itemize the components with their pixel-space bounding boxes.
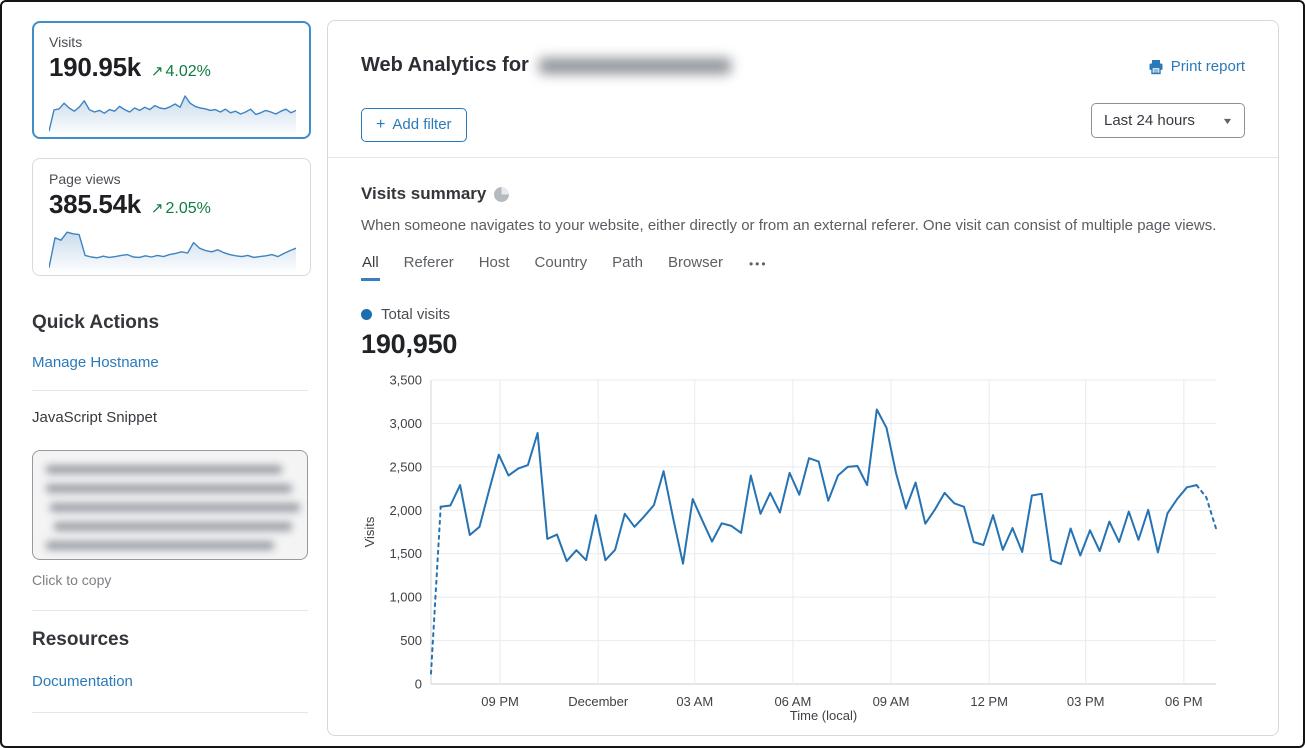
time-range-value: Last 24 hours	[1104, 112, 1195, 129]
blurred-code-line	[50, 503, 300, 512]
pageviews-trend-value: 2.05%	[165, 200, 210, 217]
sparkline-area	[49, 232, 296, 272]
y-tick-label: 1,000	[389, 590, 422, 605]
y-tick-label: 3,000	[389, 416, 422, 431]
tab-referer[interactable]: Referer	[403, 254, 455, 281]
x-tick-label: 06 PM	[1165, 694, 1203, 709]
series-line-dashed	[431, 507, 441, 674]
x-tick-label: 03 PM	[1067, 694, 1105, 709]
pageviews-metric-card[interactable]: Page views 385.54k ↗2.05%	[32, 158, 311, 276]
visits-summary-description: When someone navigates to your website, …	[361, 217, 1245, 234]
x-tick-label: 06 AM	[774, 694, 811, 709]
visits-trend-value: 4.02%	[165, 63, 210, 80]
pageviews-sparkline-chart	[49, 224, 296, 272]
sparkline-area	[49, 96, 296, 135]
visits-line-chart[interactable]: 0 500 1,000 1,500 2,000 2,500 3,000 3,500 09 PM D…	[361, 373, 1241, 725]
trend-up-arrow-icon: ↗	[151, 63, 164, 80]
main-panel: Web Analytics for Print report + Add fil…	[327, 20, 1279, 736]
blurred-code-line	[46, 484, 292, 493]
pageviews-card-label: Page views	[49, 171, 294, 187]
visits-sparkline-chart	[49, 87, 296, 135]
visits-summary-section: Visits summary When someone navigates to…	[328, 158, 1278, 725]
summary-tabs: All Referer Host Country Path Browser •••	[361, 254, 1245, 281]
visits-card-label: Visits	[49, 34, 294, 50]
manage-hostname-link[interactable]: Manage Hostname	[32, 354, 159, 371]
x-tick-label: 03 AM	[676, 694, 713, 709]
visits-metric-card[interactable]: Visits 190.95k ↗4.02%	[32, 21, 311, 139]
time-range-dropdown[interactable]: Last 24 hours ▼	[1091, 103, 1245, 138]
quick-actions-section: Quick Actions Manage Hostname JavaScript…	[32, 312, 308, 713]
divider	[32, 610, 308, 611]
click-to-copy-hint: Click to copy	[32, 572, 308, 588]
x-tick-label: 12 PM	[970, 694, 1008, 709]
blurred-code-line	[46, 541, 274, 550]
y-axis-title: Visits	[362, 516, 377, 547]
series-line	[441, 410, 1197, 565]
javascript-snippet-box[interactable]	[32, 450, 308, 560]
javascript-snippet-label: JavaScript Snippet	[32, 409, 308, 426]
y-tick-label: 0	[415, 677, 422, 692]
visits-card-value: 190.95k	[49, 52, 141, 83]
divider	[32, 390, 308, 391]
y-tick-label: 3,500	[389, 373, 422, 388]
visits-trend: ↗4.02%	[151, 62, 211, 81]
resources-title: Resources	[32, 629, 308, 651]
print-report-label: Print report	[1171, 58, 1245, 75]
plus-icon: +	[376, 120, 385, 130]
tab-browser[interactable]: Browser	[667, 254, 724, 281]
y-tick-label: 1,500	[389, 546, 422, 561]
divider	[32, 712, 308, 713]
print-report-link[interactable]: Print report	[1148, 58, 1245, 75]
chart-legend: Total visits	[361, 306, 1245, 323]
tab-host[interactable]: Host	[478, 254, 511, 281]
page-title: Web Analytics for	[361, 54, 529, 77]
printer-icon	[1148, 59, 1164, 75]
trend-up-arrow-icon: ↗	[151, 200, 164, 217]
blurred-code-line	[54, 522, 292, 531]
quick-actions-title: Quick Actions	[32, 312, 308, 334]
sidebar: Visits 190.95k ↗4.02% Page views 385.54k…	[32, 21, 311, 731]
pageviews-trend: ↗2.05%	[151, 199, 211, 218]
tab-country[interactable]: Country	[534, 254, 589, 281]
x-axis-title: Time (local)	[790, 708, 857, 723]
legend-label: Total visits	[381, 306, 450, 323]
blurred-domain	[539, 58, 731, 74]
blurred-code-line	[46, 465, 282, 474]
visits-summary-title: Visits summary	[361, 184, 486, 204]
y-tick-label: 500	[400, 633, 422, 648]
pie-chart-icon	[494, 187, 509, 202]
documentation-link[interactable]: Documentation	[32, 673, 133, 690]
add-filter-button[interactable]: + Add filter	[361, 108, 467, 142]
main-header: Web Analytics for Print report + Add fil…	[328, 21, 1278, 158]
tab-all[interactable]: All	[361, 254, 380, 281]
add-filter-label: Add filter	[392, 116, 451, 133]
tabs-more-button[interactable]: •••	[747, 257, 770, 281]
pageviews-card-value: 385.54k	[49, 189, 141, 220]
x-tick-label: 09 AM	[873, 694, 910, 709]
y-tick-label: 2,000	[389, 503, 422, 518]
app-window: Visits 190.95k ↗4.02% Page views 385.54k…	[0, 0, 1305, 748]
legend-dot-icon	[361, 309, 372, 320]
y-tick-label: 2,500	[389, 459, 422, 474]
tab-path[interactable]: Path	[611, 254, 644, 281]
total-visits-value: 190,950	[361, 329, 1245, 360]
chevron-down-icon: ▼	[1222, 116, 1234, 126]
x-tick-label: December	[568, 694, 629, 709]
series-line-dashed	[1197, 485, 1216, 528]
x-tick-label: 09 PM	[481, 694, 519, 709]
